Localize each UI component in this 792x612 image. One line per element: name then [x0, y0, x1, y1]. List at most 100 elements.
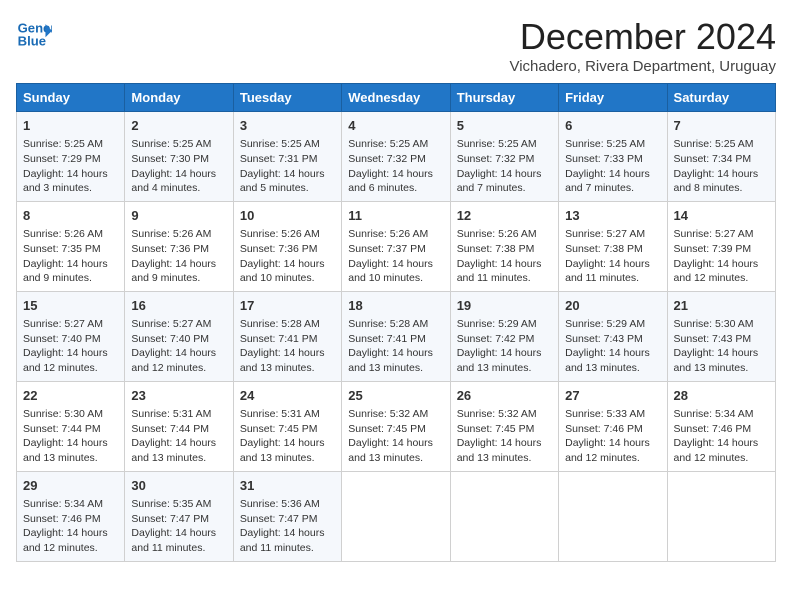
weekday-header-tuesday: Tuesday: [233, 84, 341, 112]
day-number: 6: [565, 117, 660, 135]
daylight-text: Daylight: 14 hours and 13 minutes.: [674, 347, 759, 374]
calendar-cell: 28Sunrise: 5:34 AMSunset: 7:46 PMDayligh…: [667, 381, 775, 471]
sunset-text: Sunset: 7:47 PM: [131, 513, 209, 525]
sunrise-text: Sunrise: 5:35 AM: [131, 498, 211, 510]
sunrise-text: Sunrise: 5:30 AM: [23, 408, 103, 420]
sunset-text: Sunset: 7:44 PM: [23, 423, 101, 435]
sunrise-text: Sunrise: 5:29 AM: [457, 318, 537, 330]
calendar-cell: 22Sunrise: 5:30 AMSunset: 7:44 PMDayligh…: [17, 381, 125, 471]
day-number: 23: [131, 387, 226, 405]
daylight-text: Daylight: 14 hours and 12 minutes.: [23, 347, 108, 374]
sunrise-text: Sunrise: 5:34 AM: [23, 498, 103, 510]
daylight-text: Daylight: 14 hours and 6 minutes.: [348, 168, 433, 195]
calendar-week-4: 22Sunrise: 5:30 AMSunset: 7:44 PMDayligh…: [17, 381, 776, 471]
daylight-text: Daylight: 14 hours and 12 minutes.: [23, 527, 108, 554]
sunset-text: Sunset: 7:35 PM: [23, 243, 101, 255]
day-number: 9: [131, 207, 226, 225]
calendar-cell: 5Sunrise: 5:25 AMSunset: 7:32 PMDaylight…: [450, 112, 558, 202]
day-number: 31: [240, 477, 335, 495]
day-number: 30: [131, 477, 226, 495]
sunset-text: Sunset: 7:47 PM: [240, 513, 318, 525]
daylight-text: Daylight: 14 hours and 9 minutes.: [131, 258, 216, 285]
sunrise-text: Sunrise: 5:25 AM: [23, 138, 103, 150]
day-number: 20: [565, 297, 660, 315]
sunrise-text: Sunrise: 5:27 AM: [565, 228, 645, 240]
calendar-body: 1 Sunrise: 5:25 AM Sunset: 7:29 PM Daylight…: [17, 112, 776, 562]
sunrise-text: Sunrise: 5:28 AM: [348, 318, 428, 330]
calendar-cell: 14Sunrise: 5:27 AMSunset: 7:39 PMDayligh…: [667, 201, 775, 291]
sunrise-text: Sunrise: 5:26 AM: [348, 228, 428, 240]
sunset-text: Sunset: 7:45 PM: [240, 423, 318, 435]
daylight-text: Daylight: 14 hours and 5 minutes.: [240, 168, 325, 195]
daylight-text: Daylight: 14 hours and 11 minutes.: [457, 258, 542, 285]
daylight-text: Daylight: 14 hours and 7 minutes.: [457, 168, 542, 195]
sunrise-text: Sunrise: 5:26 AM: [131, 228, 211, 240]
day-number: 16: [131, 297, 226, 315]
daylight-text: Daylight: 14 hours and 13 minutes.: [23, 437, 108, 464]
daylight-text: Daylight: 14 hours and 13 minutes.: [240, 347, 325, 374]
logo-icon: General Blue: [16, 16, 52, 52]
day-number: 1: [23, 117, 118, 135]
sunrise-text: Sunrise: 5:26 AM: [23, 228, 103, 240]
calendar-subtitle: Vichadero, Rivera Department, Uruguay: [509, 58, 776, 75]
daylight-text: Daylight: 14 hours and 7 minutes.: [565, 168, 650, 195]
calendar-cell: 13Sunrise: 5:27 AMSunset: 7:38 PMDayligh…: [559, 201, 667, 291]
sunrise-text: Sunrise: 5:25 AM: [565, 138, 645, 150]
sunrise-text: Sunrise: 5:27 AM: [131, 318, 211, 330]
calendar-cell: 16Sunrise: 5:27 AMSunset: 7:40 PMDayligh…: [125, 291, 233, 381]
calendar-cell: 21Sunrise: 5:30 AMSunset: 7:43 PMDayligh…: [667, 291, 775, 381]
daylight-text: Daylight: 14 hours and 12 minutes.: [131, 347, 216, 374]
calendar-cell: 1Sunrise: 5:25 AMSunset: 7:29 PMDaylight…: [17, 112, 125, 202]
sunrise-text: Sunrise: 5:34 AM: [674, 408, 754, 420]
sunrise-text: Sunrise: 5:28 AM: [240, 318, 320, 330]
daylight-text: Daylight: 14 hours and 12 minutes.: [565, 437, 650, 464]
sunrise-text: Sunrise: 5:29 AM: [565, 318, 645, 330]
calendar-cell: 6Sunrise: 5:25 AMSunset: 7:33 PMDaylight…: [559, 112, 667, 202]
sunset-text: Sunset: 7:32 PM: [457, 153, 535, 165]
calendar-week-1: 1 Sunrise: 5:25 AM Sunset: 7:29 PM Daylight…: [17, 112, 776, 202]
calendar-title: December 2024: [509, 16, 776, 58]
weekday-header-thursday: Thursday: [450, 84, 558, 112]
day-number: 26: [457, 387, 552, 405]
sunrise-text: Sunrise: 5:27 AM: [674, 228, 754, 240]
day-number: 25: [348, 387, 443, 405]
sunset-text: Sunset: 7:44 PM: [131, 423, 209, 435]
sunset-text: Sunset: 7:38 PM: [565, 243, 643, 255]
sunset-text: Sunset: 7:45 PM: [348, 423, 426, 435]
calendar-cell: 26Sunrise: 5:32 AMSunset: 7:45 PMDayligh…: [450, 381, 558, 471]
daylight-text: Daylight: 14 hours and 8 minutes.: [674, 168, 759, 195]
daylight-text: Daylight: 14 hours and 13 minutes.: [240, 437, 325, 464]
day-number: 19: [457, 297, 552, 315]
sunrise-text: Sunrise: 5:25 AM: [131, 138, 211, 150]
page-header: General Blue December 2024 Vichadero, Ri…: [16, 16, 776, 75]
calendar-week-3: 15Sunrise: 5:27 AMSunset: 7:40 PMDayligh…: [17, 291, 776, 381]
sunset-text: Sunset: 7:29 PM: [23, 153, 101, 165]
weekday-header-row: SundayMondayTuesdayWednesdayThursdayFrid…: [17, 84, 776, 112]
sunrise-text: Sunrise: 5:30 AM: [674, 318, 754, 330]
svg-text:Blue: Blue: [18, 33, 46, 48]
day-number: 28: [674, 387, 769, 405]
calendar-cell: 25Sunrise: 5:32 AMSunset: 7:45 PMDayligh…: [342, 381, 450, 471]
weekday-header-friday: Friday: [559, 84, 667, 112]
calendar-cell: 4Sunrise: 5:25 AMSunset: 7:32 PMDaylight…: [342, 112, 450, 202]
sunrise-text: Sunrise: 5:33 AM: [565, 408, 645, 420]
day-number: 11: [348, 207, 443, 225]
day-number: 12: [457, 207, 552, 225]
sunset-text: Sunset: 7:42 PM: [457, 333, 535, 345]
day-number: 18: [348, 297, 443, 315]
sunrise-text: Sunrise: 5:31 AM: [240, 408, 320, 420]
calendar-cell: 8Sunrise: 5:26 AMSunset: 7:35 PMDaylight…: [17, 201, 125, 291]
day-number: 15: [23, 297, 118, 315]
sunrise-text: Sunrise: 5:25 AM: [457, 138, 537, 150]
day-number: 17: [240, 297, 335, 315]
calendar-cell: 11Sunrise: 5:26 AMSunset: 7:37 PMDayligh…: [342, 201, 450, 291]
calendar-cell: 30Sunrise: 5:35 AMSunset: 7:47 PMDayligh…: [125, 471, 233, 561]
sunset-text: Sunset: 7:46 PM: [565, 423, 643, 435]
title-block: December 2024 Vichadero, Rivera Departme…: [509, 16, 776, 75]
weekday-header-monday: Monday: [125, 84, 233, 112]
day-number: 8: [23, 207, 118, 225]
sunset-text: Sunset: 7:46 PM: [674, 423, 752, 435]
calendar-cell: 3Sunrise: 5:25 AMSunset: 7:31 PMDaylight…: [233, 112, 341, 202]
calendar-cell: 31Sunrise: 5:36 AMSunset: 7:47 PMDayligh…: [233, 471, 341, 561]
sunset-text: Sunset: 7:45 PM: [457, 423, 535, 435]
